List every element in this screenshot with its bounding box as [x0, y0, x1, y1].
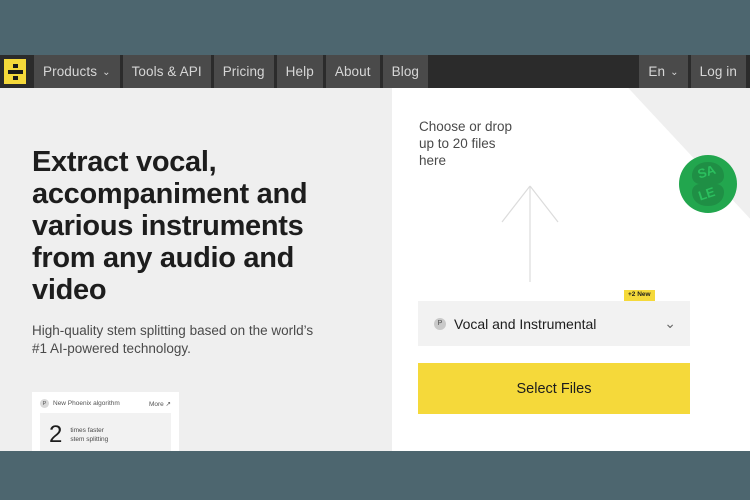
drop-zone-text: Choose or drop up to 20 files here — [419, 118, 512, 169]
nav-item-label: Pricing — [222, 64, 265, 79]
upload-panel[interactable]: Choose or drop up to 20 files here +2 Ne… — [392, 88, 750, 451]
nav-item-about[interactable]: About — [325, 55, 380, 88]
nav-item-label: Products — [43, 64, 98, 79]
chevron-down-icon: ⌄ — [102, 67, 111, 78]
promo-more-link[interactable]: More ↗ — [149, 400, 171, 408]
drop-text-line1: Choose or drop — [419, 119, 513, 134]
logo-divide-icon — [4, 59, 26, 84]
promo-caption: times faster stem splitting — [70, 426, 108, 444]
navbar: Products ⌄ Tools & API Pricing Help Abou… — [0, 55, 750, 88]
navbar-right: En ⌄ Log in — [639, 55, 750, 88]
hero-subtitle: High-quality stem splitting based on the… — [32, 323, 314, 356]
select-files-button[interactable]: Select Files — [418, 363, 690, 414]
nav-item-label: About — [334, 64, 371, 79]
promo-title: New Phoenix algorithm — [53, 400, 120, 407]
promo-caption-line1: times faster — [70, 427, 104, 434]
stem-type-dropdown[interactable]: P Vocal and Instrumental ⌄ — [418, 301, 690, 346]
nav-item-tools-api[interactable]: Tools & API — [122, 55, 211, 88]
promo-caption-line2: stem splitting — [70, 436, 109, 443]
chevron-down-icon: ⌄ — [670, 67, 679, 78]
promo-body: 2 times faster stem splitting — [40, 413, 171, 451]
phoenix-icon: P — [434, 317, 446, 330]
promo-header: P New Phoenix algorithm More ↗ — [40, 399, 171, 408]
sale-badge[interactable]: SA LE — [678, 154, 738, 214]
login-button[interactable]: Log in — [690, 55, 746, 88]
phoenix-icon: P — [40, 399, 49, 408]
nav-item-label: Tools & API — [131, 64, 202, 79]
upload-arrow-icon — [501, 185, 559, 282]
drop-text-line3: here — [419, 153, 447, 168]
login-label: Log in — [699, 64, 737, 79]
drop-text-line2: up to 20 files — [419, 136, 496, 151]
language-selector[interactable]: En ⌄ — [639, 55, 688, 88]
page-title: Extract vocal, accompaniment and various… — [32, 146, 308, 306]
lalal-ai-logo[interactable] — [0, 55, 30, 88]
nav-item-blog[interactable]: Blog — [382, 55, 429, 88]
promo-card[interactable]: P New Phoenix algorithm More ↗ 2 times f… — [32, 392, 179, 451]
nav-item-pricing[interactable]: Pricing — [213, 55, 274, 88]
nav-item-label: Blog — [391, 64, 420, 79]
promo-number: 2 — [49, 421, 63, 448]
hero-section: Extract vocal, accompaniment and various… — [0, 88, 392, 451]
stem-type-value: Vocal and Instrumental — [454, 315, 597, 332]
nav-item-products[interactable]: Products ⌄ — [34, 55, 120, 88]
nav-item-help[interactable]: Help — [276, 55, 323, 88]
nav-item-label: Help — [285, 64, 314, 79]
page-viewport: Products ⌄ Tools & API Pricing Help Abou… — [0, 55, 750, 451]
browser-frame: Products ⌄ Tools & API Pricing Help Abou… — [0, 0, 750, 500]
new-badge: +2 New — [624, 290, 655, 301]
language-label: En — [648, 64, 666, 79]
nav-items: Products ⌄ Tools & API Pricing Help Abou… — [34, 55, 429, 88]
chevron-down-icon: ⌄ — [664, 315, 676, 331]
